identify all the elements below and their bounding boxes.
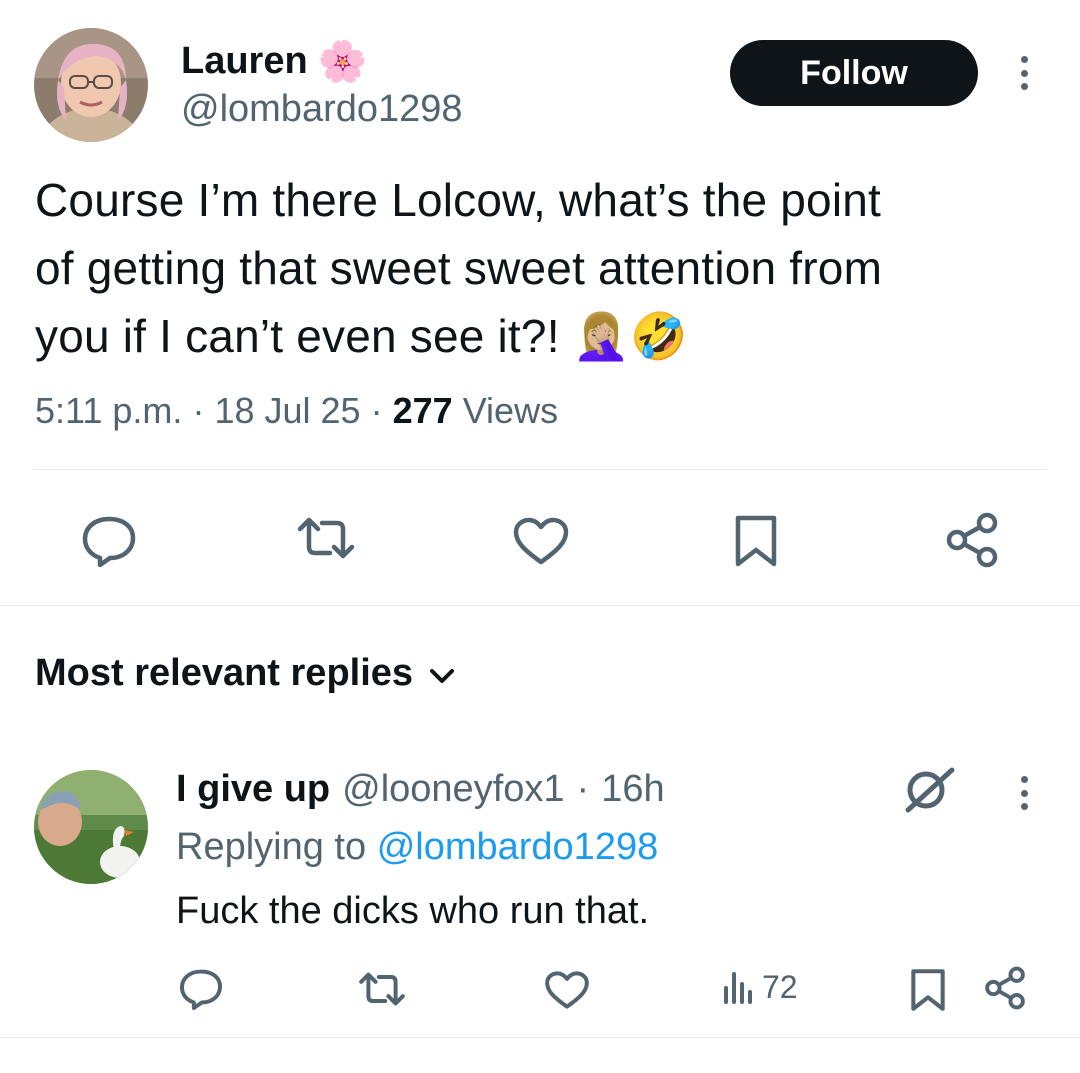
- share-icon[interactable]: [984, 966, 1026, 1010]
- follow-button[interactable]: Follow: [730, 40, 978, 106]
- reply-views-count: 72: [762, 968, 798, 1005]
- reply-text: Fuck the dicks who run that.: [176, 890, 650, 932]
- replying-to-label: Replying to: [176, 826, 367, 868]
- meta-separator: ·: [576, 768, 590, 810]
- retweet-icon[interactable]: [296, 515, 356, 561]
- meta-separator: ·: [192, 390, 205, 431]
- tweet-text-line: you if I can’t even see it?! 🤦🏼‍♀️🤣: [35, 310, 688, 362]
- reply-icon[interactable]: [178, 968, 224, 1010]
- reply-more-icon[interactable]: [1019, 776, 1029, 810]
- author-avatar[interactable]: [34, 28, 148, 142]
- reply-author-handle[interactable]: @looneyfox1: [342, 768, 564, 811]
- views-count: 277: [392, 390, 453, 431]
- author-name[interactable]: Lauren: [181, 40, 308, 83]
- divider: [0, 605, 1080, 606]
- like-icon[interactable]: [512, 516, 570, 566]
- tweet-meta: 5:11 p.m. · 18 Jul 25 · 277 Views: [35, 390, 558, 432]
- tweet-text: Course I’m there Lolcow, what’s the poin…: [35, 166, 1055, 370]
- tweet-text-line: of getting that sweet sweet attention fr…: [35, 242, 883, 294]
- tweet-text-line: Course I’m there Lolcow, what’s the poin…: [35, 174, 882, 226]
- share-icon[interactable]: [945, 512, 999, 568]
- divider: [34, 469, 1046, 470]
- like-icon[interactable]: [544, 970, 590, 1010]
- cherry-blossom-emoji: 🌸: [317, 40, 368, 84]
- author-handle[interactable]: @lombardo1298: [181, 88, 463, 131]
- tweet-date[interactable]: 18 Jul 25: [214, 390, 360, 431]
- meta-separator: ·: [370, 390, 383, 431]
- more-icon[interactable]: [1019, 56, 1029, 90]
- replies-sort-label: Most relevant replies: [35, 652, 414, 694]
- replies-sort-dropdown[interactable]: Most relevant replies: [35, 652, 455, 695]
- tweet-time[interactable]: 5:11 p.m.: [35, 390, 182, 431]
- author-name-row[interactable]: Lauren 🌸: [181, 38, 368, 85]
- views-button[interactable]: 72: [722, 968, 798, 1006]
- bookmark-icon[interactable]: [734, 514, 778, 568]
- bookmark-icon[interactable]: [910, 968, 946, 1012]
- reply-author-avatar[interactable]: [34, 770, 148, 884]
- retweet-icon[interactable]: [358, 970, 406, 1008]
- reply-author-name[interactable]: I give up: [176, 768, 330, 811]
- views-label: Views: [462, 390, 559, 431]
- reply-icon[interactable]: [80, 515, 138, 567]
- views-icon: [722, 968, 756, 1006]
- replying-to-handle-link[interactable]: @lombardo1298: [377, 826, 659, 868]
- reply-header: I give up @looneyfox1 · 16h: [176, 768, 665, 811]
- grok-icon[interactable]: [902, 766, 958, 814]
- replying-to: Replying to @lombardo1298: [176, 826, 658, 869]
- divider: [0, 1037, 1080, 1038]
- reply-time[interactable]: 16h: [601, 768, 664, 811]
- chevron-down-icon: [429, 652, 455, 695]
